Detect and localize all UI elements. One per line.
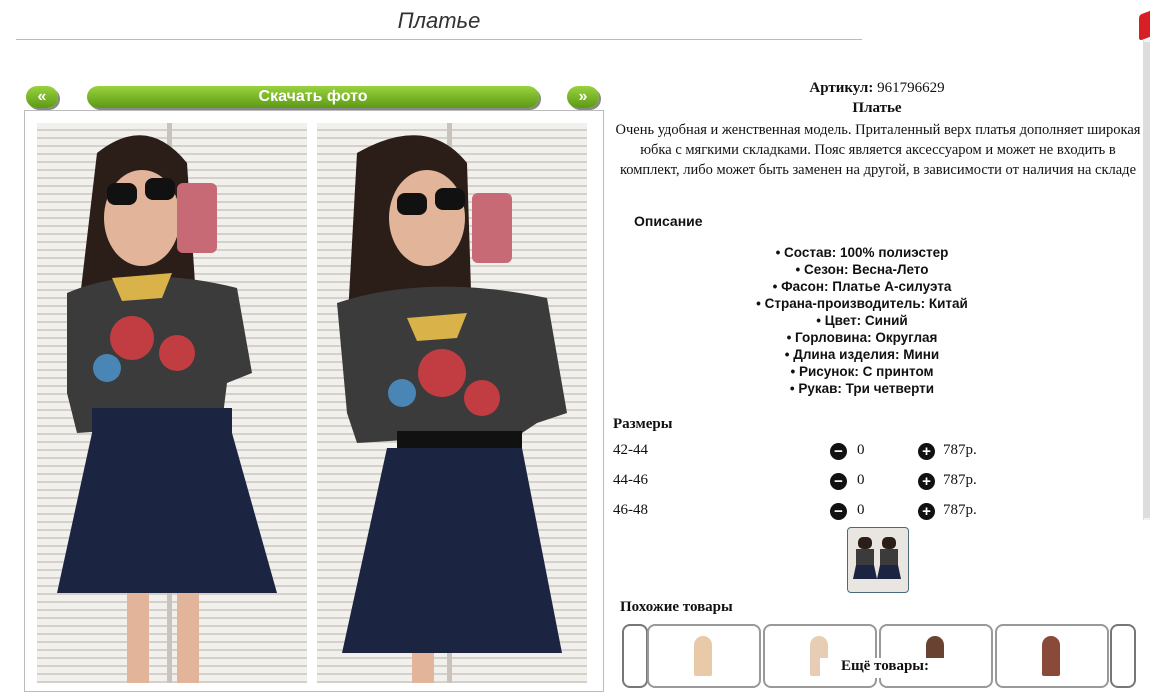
size-row: 42-44 − 0 + 787р. [613,440,1133,464]
carousel-prev-button[interactable] [622,624,648,688]
decrease-qty-button[interactable]: − [830,443,847,460]
similar-product-card[interactable] [995,624,1109,688]
product-sku: Артикул: 961796629 [612,80,1142,97]
carousel-next-button[interactable] [1110,624,1136,688]
next-photo-button[interactable]: » [567,86,599,108]
attribute-item: Фасон: Платье А-силуэта [612,278,1112,295]
scrollbar-thumb[interactable] [1144,42,1150,518]
qty-value: 0 [857,502,865,518]
attribute-item: Рисунок: С принтом [612,363,1112,380]
product-thumbnail-image [1042,636,1060,676]
product-photo-back[interactable] [317,123,587,683]
attribute-item: Страна-производитель: Китай [612,295,1112,312]
sku-value: 961796629 [877,80,945,96]
qty-value: 0 [857,442,865,458]
attribute-item: Рукав: Три четверти [612,380,1112,397]
product-thumbnail[interactable] [847,527,909,593]
sizes-heading: Размеры [613,416,673,432]
more-products-label: Ещё товары: [820,658,950,678]
attributes-list: Состав: 100% полиэстер Сезон: Весна-Лето… [612,244,1112,397]
attribute-item: Сезон: Весна-Лето [612,261,1112,278]
size-price: 787р. [943,442,977,458]
increase-qty-button[interactable]: + [918,443,935,460]
size-label: 42-44 [613,442,648,458]
size-row: 46-48 − 0 + 787р. [613,500,1133,524]
sku-label: Артикул: [809,80,874,96]
product-name: Платье [852,100,902,116]
size-label: 44-46 [613,472,648,488]
product-description: Очень удобная и женственная модель. Прит… [615,122,1141,178]
attributes-heading: Описание [634,213,703,229]
decrease-qty-button[interactable]: − [830,503,847,520]
attribute-item: Горловина: Округлая [612,329,1112,346]
qty-value: 0 [857,472,865,488]
attribute-item: Цвет: Синий [612,312,1112,329]
decrease-qty-button[interactable]: − [830,473,847,490]
increase-qty-button[interactable]: + [918,473,935,490]
similar-product-card[interactable] [763,624,877,688]
title-divider [16,39,862,40]
corner-logo[interactable] [1139,9,1150,41]
product-thumbnail-image [694,636,712,676]
size-price: 787р. [943,502,977,518]
page-title: Платье [397,8,481,33]
similar-products-heading: Похожие товары [620,599,733,615]
similar-product-card[interactable] [647,624,761,688]
scrollbar[interactable] [1143,40,1150,520]
attribute-item: Длина изделия: Мини [612,346,1112,363]
product-photo-front[interactable] [37,123,307,683]
product-photo-frame [24,110,604,692]
size-row: 44-46 − 0 + 787р. [613,470,1133,494]
size-label: 46-48 [613,502,648,518]
model-illustration [57,135,277,683]
attribute-item: Состав: 100% полиэстер [612,244,1112,261]
similar-product-card[interactable] [879,624,993,688]
thumbnail-image [852,533,904,587]
model-illustration [337,135,567,683]
increase-qty-button[interactable]: + [918,503,935,520]
size-price: 787р. [943,472,977,488]
prev-photo-button[interactable]: « [26,86,58,108]
download-photo-button[interactable]: Скачать фото [87,86,539,108]
